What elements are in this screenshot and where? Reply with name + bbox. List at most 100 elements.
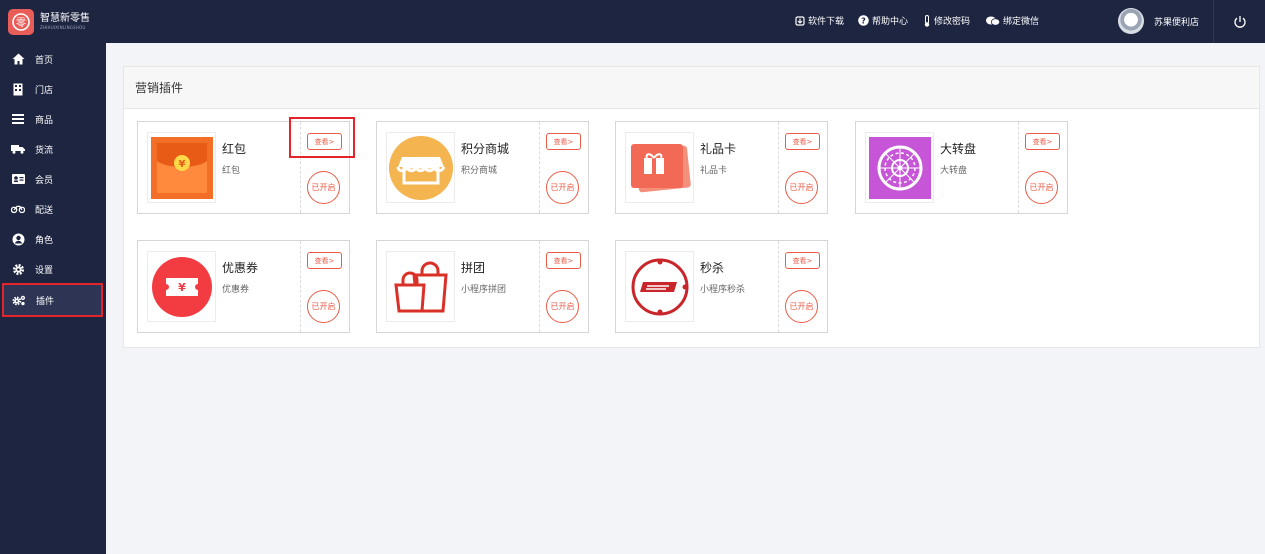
chat-icon: [986, 16, 1000, 26]
logo-icon: 零: [8, 9, 34, 35]
highlight-box: [289, 117, 355, 158]
card-divider: [539, 122, 540, 213]
view-button[interactable]: 查看>: [546, 133, 581, 150]
top-bar: 零 智慧新零售 ZHIHUIXINLINGSHOU 软件下载 ? 帮助中心 修改…: [0, 0, 1265, 43]
red-envelope-icon: ¥: [147, 132, 216, 203]
question-icon: ?: [858, 15, 869, 26]
plugin-card-flash-sale: 秒杀 小程序秒杀 查看> 已开启: [615, 240, 828, 333]
sidebar-item-label: 插件: [36, 296, 55, 307]
sidebar-item-label: 配送: [35, 205, 54, 216]
plugin-card-points-mall: 积分商城 积分商城 查看> 已开启: [376, 121, 589, 214]
plugin-card-coupon: ¥ 优惠券 优惠券 查看> 已开启: [137, 240, 350, 333]
brand-logo[interactable]: 零 智慧新零售 ZHIHUIXINLINGSHOU: [8, 9, 90, 35]
sidebar-item-members[interactable]: 会员: [0, 167, 106, 191]
store-icon: [11, 82, 25, 96]
sidebar-item-settings[interactable]: 设置: [0, 257, 106, 281]
help-center-label: 帮助中心: [872, 17, 909, 27]
plugin-name: 礼品卡: [700, 142, 737, 156]
plugin-card-group-buy: 拼团 小程序拼团 查看> 已开启: [376, 240, 589, 333]
sidebar-item-home[interactable]: 首页: [0, 47, 106, 71]
card-divider: [300, 241, 301, 332]
sidebar-item-label: 会员: [35, 175, 54, 186]
view-button[interactable]: 查看>: [1025, 133, 1060, 150]
home-icon: [11, 52, 25, 66]
svg-text:?: ?: [861, 17, 866, 26]
view-button[interactable]: 查看>: [785, 252, 820, 269]
plugin-desc: 红包: [222, 166, 241, 176]
motorbike-icon: [11, 202, 25, 216]
avatar: [1118, 8, 1144, 34]
download-icon: [795, 15, 805, 26]
card-divider: [778, 241, 779, 332]
brand-subtitle: ZHIHUIXINLINGSHOU: [40, 25, 86, 30]
sidebar-item-label: 门店: [35, 85, 54, 96]
sidebar-item-products[interactable]: 商品: [0, 107, 106, 131]
plugin-name: 红包: [222, 142, 247, 156]
enabled-stamp: 已开启: [307, 290, 340, 323]
plugin-card-gift-card: 礼品卡 礼品卡 查看> 已开启: [615, 121, 828, 214]
plugin-desc: 礼品卡: [700, 166, 728, 176]
thermometer-icon: [924, 14, 930, 27]
enabled-stamp: 已开启: [785, 290, 818, 323]
id-card-icon: [11, 172, 25, 186]
sidebar-item-label: 商品: [35, 115, 54, 126]
plugin-desc: 小程序秒杀: [700, 285, 746, 295]
sidebar-item-store[interactable]: 门店: [0, 77, 106, 101]
plugin-name: 秒杀: [700, 261, 725, 275]
card-divider: [778, 122, 779, 213]
plugin-card-lucky-wheel: 大转盘 大转盘 查看> 已开启: [855, 121, 1068, 214]
gears-icon: [12, 293, 26, 307]
sidebar-item-plugins[interactable]: 插件: [2, 283, 103, 317]
enabled-stamp: 已开启: [546, 171, 579, 204]
flash-sale-icon: [625, 251, 694, 322]
view-button[interactable]: 查看>: [546, 252, 581, 269]
enabled-stamp: 已开启: [785, 171, 818, 204]
gift-card-icon: [625, 132, 694, 203]
truck-icon: [11, 142, 25, 156]
sidebar-item-label: 首页: [35, 55, 54, 66]
enabled-stamp: 已开启: [546, 290, 579, 323]
sidebar-item-delivery[interactable]: 配送: [0, 197, 106, 221]
plugin-desc: 积分商城: [461, 166, 498, 176]
lucky-wheel-icon: [865, 132, 934, 203]
plugin-name: 拼团: [461, 261, 486, 275]
sidebar-item-logistics[interactable]: 货流: [0, 137, 106, 161]
view-button[interactable]: 查看>: [307, 252, 342, 269]
plugin-desc: 小程序拼团: [461, 285, 507, 295]
sidebar-item-label: 角色: [35, 235, 54, 246]
list-icon: [11, 112, 25, 126]
sidebar: 首页 门店 商品 货流 会员 配送 角色 设置 插件: [0, 43, 106, 554]
panel-title: 营销插件: [135, 81, 184, 95]
help-center-link[interactable]: ? 帮助中心: [858, 14, 908, 27]
change-password-link[interactable]: 修改密码: [923, 14, 970, 27]
view-button[interactable]: 查看>: [785, 133, 820, 150]
user-circle-icon: [11, 232, 25, 246]
store-awning-icon: [386, 132, 455, 203]
logout-button[interactable]: [1213, 0, 1265, 43]
plugin-desc: 大转盘: [940, 166, 968, 176]
svg-text:¥: ¥: [178, 281, 186, 294]
download-link[interactable]: 软件下载: [795, 14, 844, 27]
enabled-stamp: 已开启: [307, 171, 340, 204]
card-divider: [539, 241, 540, 332]
brand-name: 智慧新零售: [40, 13, 90, 24]
plugin-desc: 优惠券: [222, 285, 250, 295]
plugin-name: 优惠券: [222, 261, 259, 275]
user-menu[interactable]: 苏果便利店: [1118, 8, 1199, 34]
svg-text:零: 零: [16, 17, 26, 29]
gear-icon: [11, 262, 25, 276]
card-divider: [1018, 122, 1019, 213]
store-name: 苏果便利店: [1154, 17, 1200, 28]
shopping-bag-icon: [386, 251, 455, 322]
enabled-stamp: 已开启: [1025, 171, 1058, 204]
change-password-label: 修改密码: [934, 17, 971, 27]
sidebar-item-roles[interactable]: 角色: [0, 227, 106, 251]
panel-header: 营销插件: [124, 67, 1259, 109]
plugin-name: 大转盘: [940, 142, 977, 156]
sidebar-item-label: 设置: [35, 265, 54, 276]
plugin-name: 积分商城: [461, 142, 510, 156]
svg-text:¥: ¥: [178, 159, 185, 170]
coupon-icon: ¥: [147, 251, 216, 322]
bind-wechat-link[interactable]: 绑定微信: [986, 14, 1039, 27]
download-label: 软件下载: [808, 17, 845, 27]
